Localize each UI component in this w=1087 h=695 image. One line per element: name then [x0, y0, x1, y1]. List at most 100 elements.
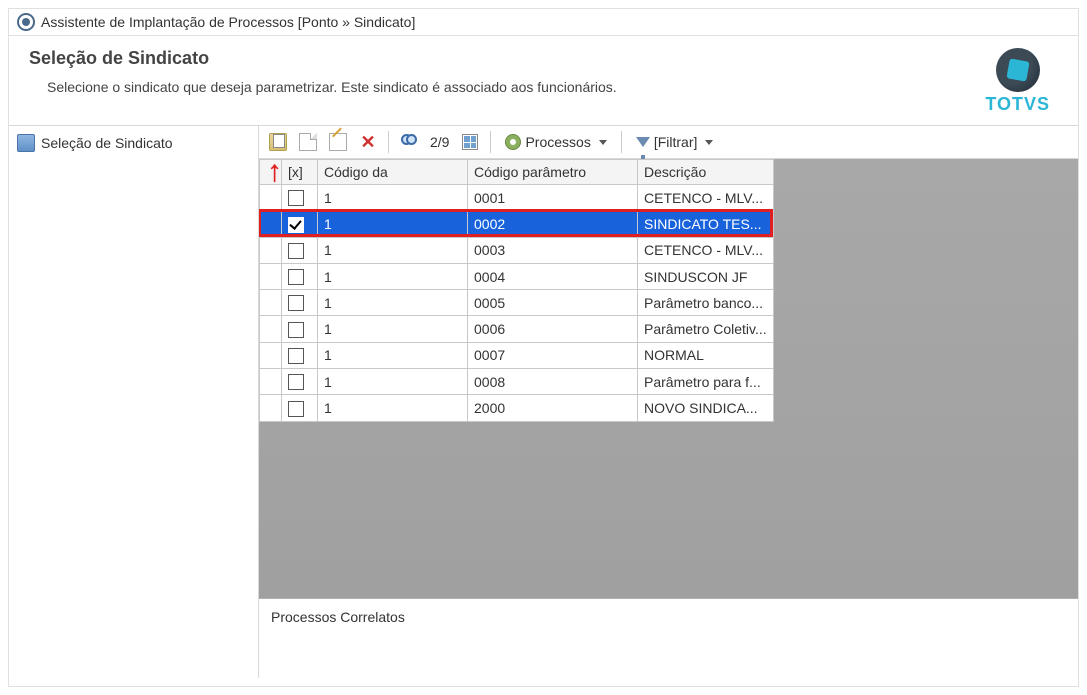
table-row[interactable]: 10008Parâmetro para f...: [260, 369, 774, 395]
cell-descricao[interactable]: Parâmetro Coletiv...: [638, 316, 774, 342]
chevron-down-icon: [705, 140, 713, 145]
row-marker: [260, 369, 282, 395]
row-marker: [260, 395, 282, 421]
related-processes-title: Processos Correlatos: [271, 609, 405, 625]
cell-codigo[interactable]: 1: [318, 316, 468, 342]
row-checkbox-cell[interactable]: [282, 395, 318, 421]
table-row[interactable]: 10001CETENCO - MLV...: [260, 185, 774, 211]
row-marker: [260, 237, 282, 263]
cell-descricao[interactable]: SINDICATO TES...: [638, 211, 774, 237]
row-checkbox-cell[interactable]: [282, 290, 318, 316]
delete-icon: ✕: [360, 133, 375, 151]
checkbox[interactable]: [288, 348, 304, 364]
record-counter: 2/9: [426, 134, 453, 150]
cell-descricao[interactable]: CETENCO - MLV...: [638, 185, 774, 211]
page-title: Seleção de Sindicato: [29, 48, 985, 69]
find-button[interactable]: [396, 129, 422, 155]
cell-codigo[interactable]: 1: [318, 369, 468, 395]
checkbox[interactable]: [288, 374, 304, 390]
delete-button[interactable]: ✕: [355, 129, 381, 155]
cell-descricao[interactable]: Parâmetro para f...: [638, 369, 774, 395]
wizard-step-icon: [17, 134, 35, 152]
cell-parametro[interactable]: 0007: [468, 342, 638, 368]
checkbox[interactable]: [288, 401, 304, 417]
cell-codigo[interactable]: 1: [318, 211, 468, 237]
row-checkbox-cell[interactable]: [282, 263, 318, 289]
page-subtitle: Selecione o sindicato que deseja paramet…: [29, 79, 985, 95]
data-grid[interactable]: [x] Código da Código parâmetro Descrição…: [259, 159, 774, 422]
table-row[interactable]: 10007NORMAL: [260, 342, 774, 368]
row-marker: [260, 342, 282, 368]
checkbox[interactable]: [288, 190, 304, 206]
row-checkbox-cell[interactable]: [282, 316, 318, 342]
filter-label: [Filtrar]: [650, 134, 702, 150]
processes-label: Processos: [521, 134, 594, 150]
row-checkbox-cell[interactable]: [282, 237, 318, 263]
edit-button[interactable]: [325, 129, 351, 155]
cell-parametro[interactable]: 0002: [468, 211, 638, 237]
table-row[interactable]: 10005Parâmetro banco...: [260, 290, 774, 316]
row-checkbox-cell[interactable]: [282, 211, 318, 237]
cell-parametro[interactable]: 0004: [468, 263, 638, 289]
cell-codigo[interactable]: 1: [318, 342, 468, 368]
processes-dropdown[interactable]: Processos: [498, 129, 613, 155]
table-row[interactable]: 10004SINDUSCON JF: [260, 263, 774, 289]
grid-icon: [462, 134, 478, 150]
col-marker[interactable]: [260, 160, 282, 185]
col-codigo[interactable]: Código da: [318, 160, 468, 185]
row-checkbox-cell[interactable]: [282, 369, 318, 395]
toolbar-separator: [490, 131, 491, 153]
cell-descricao[interactable]: CETENCO - MLV...: [638, 237, 774, 263]
cell-descricao[interactable]: NOVO SINDICA...: [638, 395, 774, 421]
cell-codigo[interactable]: 1: [318, 237, 468, 263]
col-parametro[interactable]: Código parâmetro: [468, 160, 638, 185]
checkbox[interactable]: [288, 295, 304, 311]
sidebar-item-selecao-sindicato[interactable]: Seleção de Sindicato: [9, 130, 258, 156]
cell-codigo[interactable]: 1: [318, 290, 468, 316]
cell-descricao[interactable]: SINDUSCON JF: [638, 263, 774, 289]
table-row[interactable]: 10002SINDICATO TES...: [260, 211, 774, 237]
cell-descricao[interactable]: Parâmetro banco...: [638, 290, 774, 316]
brand-logo: TOTVS: [985, 48, 1058, 115]
col-checkbox[interactable]: [x]: [282, 160, 318, 185]
sidebar-item-label: Seleção de Sindicato: [41, 135, 173, 151]
cell-codigo[interactable]: 1: [318, 185, 468, 211]
checkbox[interactable]: [288, 243, 304, 259]
row-marker: [260, 290, 282, 316]
row-marker: [260, 211, 282, 237]
col-descricao[interactable]: Descrição: [638, 160, 774, 185]
brand-name: TOTVS: [985, 94, 1050, 115]
filter-dropdown[interactable]: [Filtrar]: [629, 129, 721, 155]
grid-area[interactable]: [x] Código da Código parâmetro Descrição…: [259, 159, 1078, 598]
checkbox[interactable]: [288, 322, 304, 338]
cell-codigo[interactable]: 1: [318, 263, 468, 289]
cell-parametro[interactable]: 2000: [468, 395, 638, 421]
new-button[interactable]: [295, 129, 321, 155]
grid-header-row: [x] Código da Código parâmetro Descrição: [260, 160, 774, 185]
row-checkbox-cell[interactable]: [282, 342, 318, 368]
table-row[interactable]: 10006Parâmetro Coletiv...: [260, 316, 774, 342]
layout-button[interactable]: [457, 129, 483, 155]
titlebar: Assistente de Implantação de Processos […: [9, 9, 1078, 36]
cell-descricao[interactable]: NORMAL: [638, 342, 774, 368]
cell-parametro[interactable]: 0001: [468, 185, 638, 211]
header-panel: Seleção de Sindicato Selecione o sindica…: [9, 36, 1078, 126]
cell-parametro[interactable]: 0005: [468, 290, 638, 316]
table-row[interactable]: 10003CETENCO - MLV...: [260, 237, 774, 263]
cell-codigo[interactable]: 1: [318, 395, 468, 421]
row-marker: [260, 316, 282, 342]
cell-parametro[interactable]: 0006: [468, 316, 638, 342]
chevron-down-icon: [599, 140, 607, 145]
row-marker: [260, 185, 282, 211]
table-row[interactable]: 12000NOVO SINDICA...: [260, 395, 774, 421]
cell-parametro[interactable]: 0008: [468, 369, 638, 395]
filter-icon: [636, 137, 650, 147]
copy-button[interactable]: [265, 129, 291, 155]
checkbox[interactable]: [288, 269, 304, 285]
related-processes-panel: Processos Correlatos: [259, 598, 1078, 678]
edit-icon: [329, 133, 347, 151]
main-area: ✕ 2/9 Processos [Filtrar]: [259, 126, 1078, 678]
checkbox[interactable]: [288, 217, 304, 233]
cell-parametro[interactable]: 0003: [468, 237, 638, 263]
row-checkbox-cell[interactable]: [282, 185, 318, 211]
